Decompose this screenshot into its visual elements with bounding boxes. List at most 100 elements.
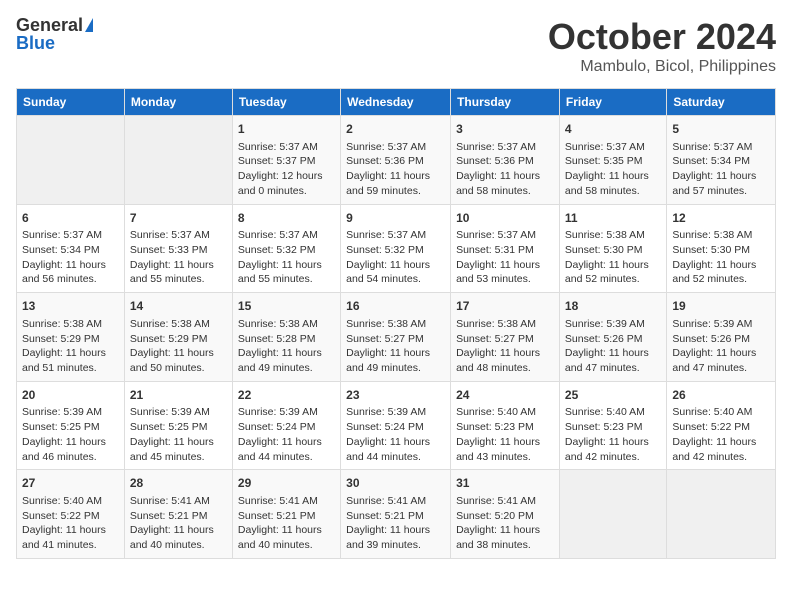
cell-text: Sunrise: 5:39 AMSunset: 5:26 PMDaylight:… xyxy=(565,317,661,376)
column-header-thursday: Thursday xyxy=(451,89,560,116)
calendar-week-row: 27 Sunrise: 5:40 AMSunset: 5:22 PMDayligh… xyxy=(17,470,776,559)
day-number: 17 xyxy=(456,298,554,315)
day-number: 4 xyxy=(565,121,661,138)
calendar-cell: 6Sunrise: 5:37 AMSunset: 5:34 PMDaylight… xyxy=(17,204,125,293)
cell-text: Sunrise: 5:37 AMSunset: 5:33 PMDaylight:… xyxy=(130,228,227,287)
title-block: October 2024 Mambulo, Bicol, Philippines xyxy=(548,16,776,76)
cell-text: Sunrise: 5:37 AMSunset: 5:36 PMDaylight:… xyxy=(346,140,445,199)
logo: General Blue xyxy=(16,16,93,52)
day-number: 28 xyxy=(130,475,227,492)
calendar-cell: 3 Sunrise: 5:37 AMSunset: 5:36 PMDaylight… xyxy=(451,116,560,205)
calendar-cell xyxy=(124,116,232,205)
calendar-cell: 29 Sunrise: 5:41 AMSunset: 5:21 PMDayligh… xyxy=(232,470,340,559)
day-number: 6 xyxy=(22,210,119,227)
cell-text: Sunrise: 5:38 AMSunset: 5:27 PMDaylight:… xyxy=(346,317,445,376)
calendar-cell: 26Sunrise: 5:40 AMSunset: 5:22 PMDayligh… xyxy=(667,381,776,470)
day-number: 27 xyxy=(22,475,119,492)
cell-text: Sunrise: 5:37 AMSunset: 5:36 PMDaylight:… xyxy=(456,140,554,199)
day-number: 13 xyxy=(22,298,119,315)
column-header-saturday: Saturday xyxy=(667,89,776,116)
cell-text: Sunrise: 5:37 AMSunset: 5:34 PMDaylight:… xyxy=(672,140,770,199)
calendar-cell: 15 Sunrise: 5:38 AMSunset: 5:28 PMDayligh… xyxy=(232,293,340,382)
calendar-cell: 2 Sunrise: 5:37 AMSunset: 5:36 PMDaylight… xyxy=(341,116,451,205)
cell-text: Sunrise: 5:38 AMSunset: 5:29 PMDaylight:… xyxy=(22,317,119,376)
calendar-week-row: 13 Sunrise: 5:38 AMSunset: 5:29 PMDayligh… xyxy=(17,293,776,382)
day-number: 19 xyxy=(672,298,770,315)
day-number: 29 xyxy=(238,475,335,492)
calendar-week-row: 20Sunrise: 5:39 AMSunset: 5:25 PMDayligh… xyxy=(17,381,776,470)
day-number: 9 xyxy=(346,210,445,227)
calendar-cell: 8Sunrise: 5:37 AMSunset: 5:32 PMDaylight… xyxy=(232,204,340,293)
month-title: October 2024 xyxy=(548,16,776,58)
day-number: 7 xyxy=(130,210,227,227)
calendar-cell: 17Sunrise: 5:38 AMSunset: 5:27 PMDayligh… xyxy=(451,293,560,382)
page-header: General Blue October 2024 Mambulo, Bicol… xyxy=(16,16,776,76)
calendar-cell: 4 Sunrise: 5:37 AMSunset: 5:35 PMDaylight… xyxy=(559,116,666,205)
column-header-sunday: Sunday xyxy=(17,89,125,116)
location-subtitle: Mambulo, Bicol, Philippines xyxy=(548,58,776,76)
day-number: 22 xyxy=(238,387,335,404)
day-number: 25 xyxy=(565,387,661,404)
day-number: 31 xyxy=(456,475,554,492)
cell-text: Sunrise: 5:41 AMSunset: 5:20 PMDaylight:… xyxy=(456,494,554,553)
calendar-cell: 11Sunrise: 5:38 AMSunset: 5:30 PMDayligh… xyxy=(559,204,666,293)
day-number: 23 xyxy=(346,387,445,404)
calendar-cell xyxy=(559,470,666,559)
cell-text: Sunrise: 5:39 AMSunset: 5:25 PMDaylight:… xyxy=(130,405,227,464)
calendar-cell: 23Sunrise: 5:39 AMSunset: 5:24 PMDayligh… xyxy=(341,381,451,470)
calendar-cell: 9Sunrise: 5:37 AMSunset: 5:32 PMDaylight… xyxy=(341,204,451,293)
logo-icon xyxy=(85,18,93,32)
calendar-cell: 22Sunrise: 5:39 AMSunset: 5:24 PMDayligh… xyxy=(232,381,340,470)
calendar-cell: 31 Sunrise: 5:41 AMSunset: 5:20 PMDayligh… xyxy=(451,470,560,559)
calendar-header-row: SundayMondayTuesdayWednesdayThursdayFrid… xyxy=(17,89,776,116)
day-number: 21 xyxy=(130,387,227,404)
day-number: 12 xyxy=(672,210,770,227)
calendar-cell: 14Sunrise: 5:38 AMSunset: 5:29 PMDayligh… xyxy=(124,293,232,382)
cell-text: Sunrise: 5:37 AMSunset: 5:34 PMDaylight:… xyxy=(22,228,119,287)
day-number: 10 xyxy=(456,210,554,227)
calendar-cell: 25Sunrise: 5:40 AMSunset: 5:23 PMDayligh… xyxy=(559,381,666,470)
calendar-cell: 1 Sunrise: 5:37 AMSunset: 5:37 PMDaylight… xyxy=(232,116,340,205)
day-number: 24 xyxy=(456,387,554,404)
cell-text: Sunrise: 5:39 AMSunset: 5:24 PMDaylight:… xyxy=(346,405,445,464)
cell-text: Sunrise: 5:40 AMSunset: 5:22 PMDaylight:… xyxy=(672,405,770,464)
cell-text: Sunrise: 5:39 AMSunset: 5:25 PMDaylight:… xyxy=(22,405,119,464)
cell-text: Sunrise: 5:41 AMSunset: 5:21 PMDaylight:… xyxy=(346,494,445,553)
day-number: 20 xyxy=(22,387,119,404)
cell-text: Sunrise: 5:40 AMSunset: 5:23 PMDaylight:… xyxy=(456,405,554,464)
day-number: 11 xyxy=(565,210,661,227)
cell-text: Sunrise: 5:41 AMSunset: 5:21 PMDaylight:… xyxy=(130,494,227,553)
cell-text: Sunrise: 5:38 AMSunset: 5:28 PMDaylight:… xyxy=(238,317,335,376)
cell-text: Sunrise: 5:39 AMSunset: 5:26 PMDaylight:… xyxy=(672,317,770,376)
calendar-cell: 18Sunrise: 5:39 AMSunset: 5:26 PMDayligh… xyxy=(559,293,666,382)
calendar-cell: 12Sunrise: 5:38 AMSunset: 5:30 PMDayligh… xyxy=(667,204,776,293)
cell-text: Sunrise: 5:38 AMSunset: 5:30 PMDaylight:… xyxy=(565,228,661,287)
logo-blue-text: Blue xyxy=(16,34,55,52)
cell-text: Sunrise: 5:38 AMSunset: 5:29 PMDaylight:… xyxy=(130,317,227,376)
day-number: 15 xyxy=(238,298,335,315)
calendar-cell: 30 Sunrise: 5:41 AMSunset: 5:21 PMDayligh… xyxy=(341,470,451,559)
cell-text: Sunrise: 5:38 AMSunset: 5:30 PMDaylight:… xyxy=(672,228,770,287)
calendar-week-row: 1 Sunrise: 5:37 AMSunset: 5:37 PMDaylight… xyxy=(17,116,776,205)
calendar-week-row: 6Sunrise: 5:37 AMSunset: 5:34 PMDaylight… xyxy=(17,204,776,293)
calendar-cell: 7Sunrise: 5:37 AMSunset: 5:33 PMDaylight… xyxy=(124,204,232,293)
logo-general-text: General xyxy=(16,16,83,34)
cell-text: Sunrise: 5:37 AMSunset: 5:37 PMDaylight:… xyxy=(238,140,335,199)
cell-text: Sunrise: 5:37 AMSunset: 5:35 PMDaylight:… xyxy=(565,140,661,199)
day-number: 30 xyxy=(346,475,445,492)
cell-text: Sunrise: 5:37 AMSunset: 5:32 PMDaylight:… xyxy=(346,228,445,287)
column-header-friday: Friday xyxy=(559,89,666,116)
calendar-cell: 10Sunrise: 5:37 AMSunset: 5:31 PMDayligh… xyxy=(451,204,560,293)
cell-text: Sunrise: 5:41 AMSunset: 5:21 PMDaylight:… xyxy=(238,494,335,553)
day-number: 2 xyxy=(346,121,445,138)
cell-text: Sunrise: 5:39 AMSunset: 5:24 PMDaylight:… xyxy=(238,405,335,464)
day-number: 3 xyxy=(456,121,554,138)
day-number: 5 xyxy=(672,121,770,138)
calendar-cell: 16 Sunrise: 5:38 AMSunset: 5:27 PMDayligh… xyxy=(341,293,451,382)
day-number: 1 xyxy=(238,121,335,138)
cell-text: Sunrise: 5:37 AMSunset: 5:32 PMDaylight:… xyxy=(238,228,335,287)
cell-text: Sunrise: 5:40 AMSunset: 5:22 PMDaylight:… xyxy=(22,494,119,553)
calendar-cell: 28 Sunrise: 5:41 AMSunset: 5:21 PMDayligh… xyxy=(124,470,232,559)
calendar-cell: 24Sunrise: 5:40 AMSunset: 5:23 PMDayligh… xyxy=(451,381,560,470)
day-number: 16 xyxy=(346,298,445,315)
